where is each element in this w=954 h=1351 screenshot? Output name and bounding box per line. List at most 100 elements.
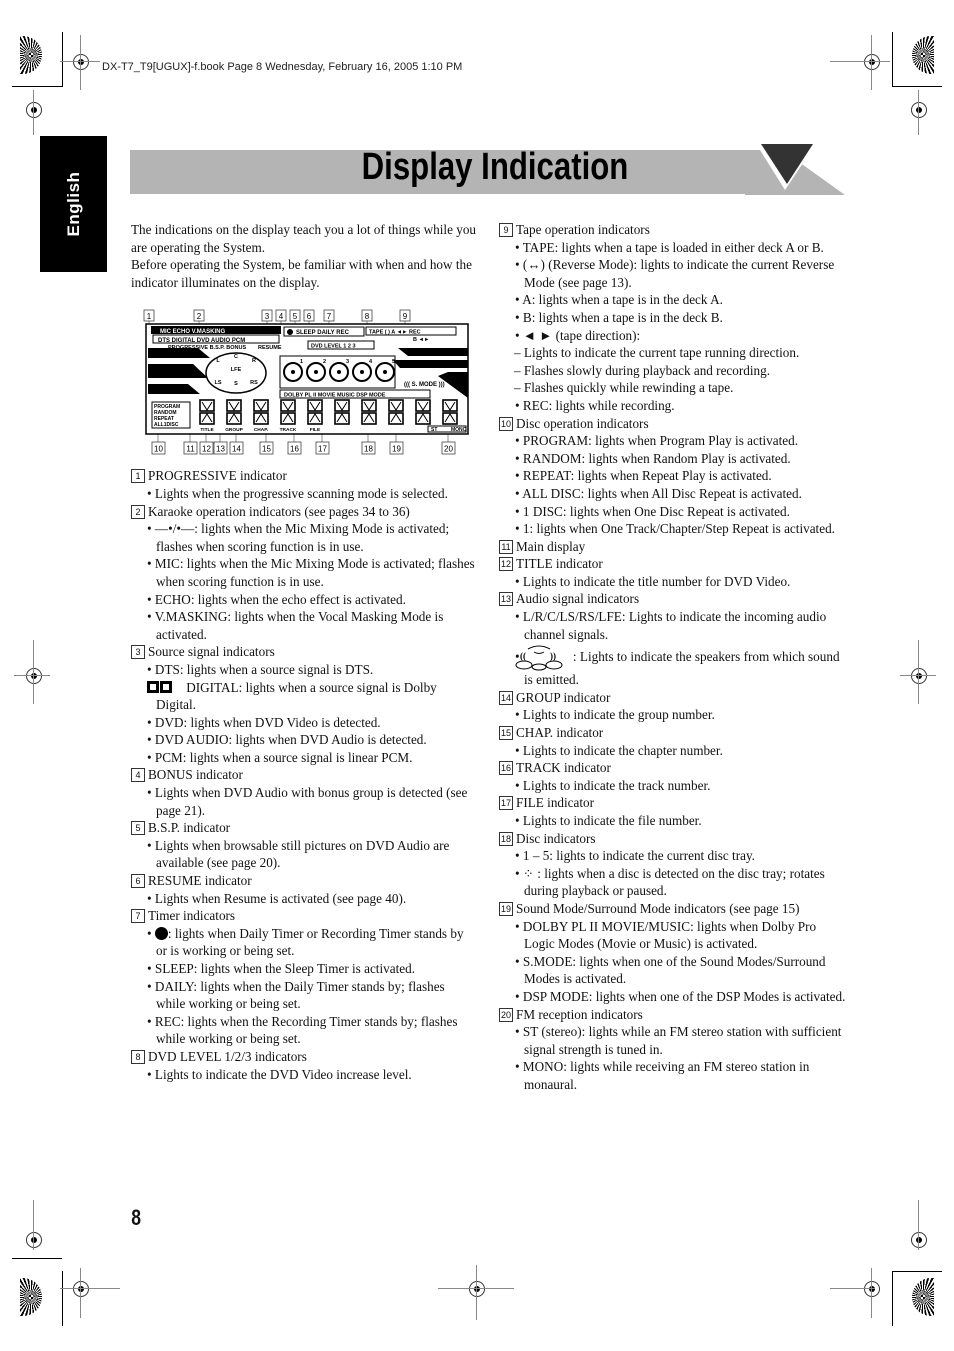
bullet-item: • (()): Lights to indicate the speakers … <box>514 643 849 689</box>
display-label-modes: DOLBY PL II MOVIE MUSIC DSP MODE <box>284 393 386 399</box>
bullet-item: • ALL DISC: lights when All Disc Repeat … <box>515 485 802 501</box>
item-text: Lights to indicate the title number for … <box>522 573 791 589</box>
bullet-item: • DVD AUDIO: lights when DVD Audio is de… <box>147 732 427 748</box>
bullet-item: • Lights when browsable still pictures o… <box>147 837 450 871</box>
section-heading: 7 Timer indicators <box>131 907 476 925</box>
svg-text:5: 5 <box>293 312 298 321</box>
item-text: DVD: lights when DVD Video is detected. <box>154 714 381 730</box>
item-text: DIGITAL: lights when a source signal is … <box>156 679 437 713</box>
bullet-item: • MONO: lights while receiving an FM ste… <box>515 1059 810 1092</box>
callout-number-badge: 18 <box>361 434 376 455</box>
callout-number-badge: 9 <box>499 223 513 237</box>
bullet-item: • MIC: lights when the Mic Mixing Mode i… <box>147 556 475 589</box>
item-text: MONO: lights while receiving an FM stere… <box>522 1059 810 1092</box>
item-text: 1 – 5: lights to indicate the current di… <box>522 848 755 864</box>
svg-text:)): )) <box>550 651 556 661</box>
channel-indicator: RS <box>250 380 258 386</box>
section-heading-text: Audio signal indicators <box>516 591 640 607</box>
registration-target-icon <box>26 1232 42 1248</box>
bullet-item: • Lights to indicate the group number. <box>515 707 715 723</box>
item-text: V.MASKING: lights when the Vocal Masking… <box>154 609 444 642</box>
bullet-item: • (↔) (Reverse Mode): lights to indicate… <box>515 257 835 290</box>
registration-target-icon <box>26 668 42 684</box>
callout-number-badge: 14 <box>499 690 514 705</box>
crop-mark <box>62 1271 63 1326</box>
item-text: ECHO: lights when the echo effect is act… <box>154 591 406 607</box>
display-label-mono: MONO <box>451 427 467 433</box>
bullet-item: • ⁘ : lights when a disc is detected on … <box>515 865 825 899</box>
item-text: REPEAT: lights when Repeat Play is activ… <box>522 468 772 484</box>
bullet-item: • Lights when DVD Audio with bonus group… <box>147 785 468 818</box>
svg-text:1: 1 <box>147 312 152 321</box>
section-heading: 11 Main display <box>499 538 849 556</box>
section-heading: 8 DVD LEVEL 1/2/3 indicators <box>131 1048 476 1066</box>
section-heading-text: TITLE indicator <box>516 556 603 572</box>
bullet-item: • Lights when the progressive scanning m… <box>147 485 448 501</box>
callout-number-badge: 4 <box>131 768 145 783</box>
page-title: Display Indication <box>361 146 629 188</box>
section-heading: 17 FILE indicator <box>499 794 849 812</box>
svg-text:11: 11 <box>186 445 195 454</box>
item-text: – Lights to indicate the current tape ru… <box>514 345 800 361</box>
registration-target-icon <box>26 102 42 118</box>
registration-target-icon <box>911 102 927 118</box>
segment-label: FILE <box>310 427 321 433</box>
registration-rosette-icon <box>20 36 42 74</box>
callout-number-badge: 8 <box>131 1049 145 1064</box>
bullet-item: • REC: lights while recording. <box>515 397 675 413</box>
item-text: DVD AUDIO: lights when DVD Audio is dete… <box>154 732 427 748</box>
item-text: Lights when Resume is activated (see pag… <box>154 890 407 906</box>
registration-target-icon <box>911 1232 927 1248</box>
svg-text:2: 2 <box>197 312 202 321</box>
item-text: DOLBY PL II MOVIE/MUSIC: lights when Dol… <box>522 918 817 952</box>
callout-number-badge: 17 <box>499 796 514 811</box>
registration-target-icon <box>469 1281 485 1297</box>
item-text: Lights to indicate the track number. <box>522 777 711 793</box>
display-label-tape: TAPE ( ) A ◄► REC <box>369 330 421 336</box>
svg-text:2: 2 <box>323 359 326 365</box>
section-heading: 19 Sound Mode/Surround Mode indicators (s… <box>499 900 849 918</box>
item-text: REC: lights when the Recording Timer sta… <box>154 1013 458 1047</box>
registration-target-icon <box>73 1281 89 1297</box>
section-heading-text: Tape operation indicators <box>516 222 650 237</box>
svg-text:7: 7 <box>327 312 332 321</box>
item-text: 1: lights when One Track/Chapter/Step Re… <box>522 521 835 537</box>
crop-mark <box>62 32 63 87</box>
item-text: (↔) (Reverse Mode): lights to indicate t… <box>522 257 835 290</box>
svg-text:((: (( <box>520 651 526 661</box>
svg-text:8: 8 <box>365 312 370 321</box>
bullet-item: • PROGRAM: lights when Program Play is a… <box>515 433 799 449</box>
bullet-item: • 1 – 5: lights to indicate the current … <box>515 848 755 864</box>
bullet-item: • DAILY: lights when the Daily Timer sta… <box>147 978 445 1012</box>
bullet-item: • PCM: lights when a source signal is li… <box>147 749 413 765</box>
crop-mark <box>12 86 62 87</box>
item-text: ⁘ : lights when a disc is detected on th… <box>522 865 825 899</box>
bullet-item: • ◄ ► (tape direction): <box>515 327 641 343</box>
section-heading: 14 GROUP indicator <box>499 689 849 707</box>
segment-label: TRACK <box>280 427 297 433</box>
item-text: Lights to indicate the group number. <box>522 707 715 723</box>
bullet-item: • ST (stereo): lights while an FM stereo… <box>515 1024 842 1057</box>
callout-number-badge: 18 <box>499 831 514 846</box>
registration-target-icon <box>911 668 927 684</box>
channel-indicator: R <box>252 358 256 364</box>
item-text: Lights when the progressive scanning mod… <box>154 485 448 501</box>
bullet-item: • DOLBY PL II MOVIE/MUSIC: lights when D… <box>515 918 817 952</box>
bullet-item: • 1 DISC: lights when One Disc Repeat is… <box>515 503 790 519</box>
display-label-st: ST <box>431 427 437 433</box>
bullet-item: • Lights to indicate the chapter number. <box>515 742 723 758</box>
item-text: B: lights when a tape is in the deck B. <box>522 309 723 325</box>
bullet-item: • V.MASKING: lights when the Vocal Maski… <box>147 609 444 642</box>
page-number: 8 <box>131 1205 142 1230</box>
bullet-item: • DTS: lights when a source signal is DT… <box>147 661 374 677</box>
callout-number-badge: 12 <box>499 557 514 572</box>
item-text: PROGRAM: lights when Program Play is act… <box>522 433 799 449</box>
section-heading-text: DVD LEVEL 1/2/3 indicators <box>148 1048 307 1064</box>
callout-number-badge: 20 <box>499 1007 514 1022</box>
callout-number-badge: 15 <box>499 726 514 741</box>
channel-indicator: LS <box>214 380 221 386</box>
channel-indicator: S <box>234 381 238 387</box>
item-text: Lights when browsable still pictures on … <box>154 837 450 871</box>
item-text: SLEEP: lights when the Sleep Timer is ac… <box>154 961 415 976</box>
crop-mark <box>892 86 942 87</box>
